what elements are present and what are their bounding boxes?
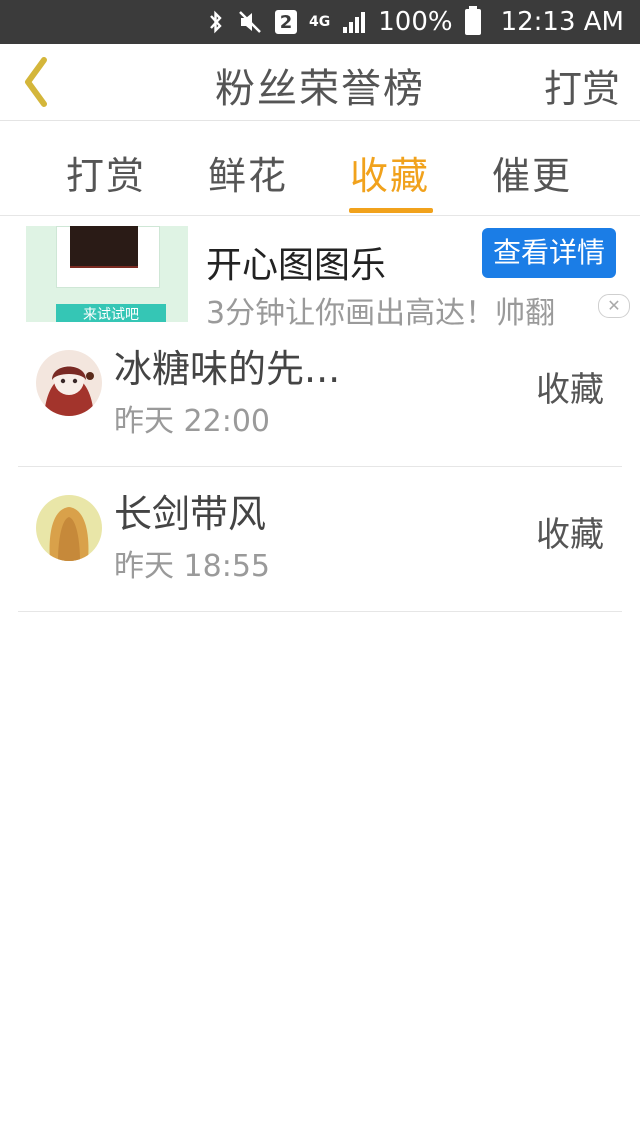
tab-favorites[interactable]: 收藏 xyxy=(350,145,430,200)
list-item-action: 收藏 xyxy=(536,370,604,410)
list-item-name: 冰糖味的先... xyxy=(114,347,341,391)
bluetooth-icon xyxy=(207,9,225,35)
mute-icon xyxy=(237,9,263,35)
tab-urge-update[interactable]: 催更 xyxy=(492,145,572,200)
ad-banner[interactable]: 来试试吧 开心图图乐 查看详情 3分钟让你画出高达！帅翻 ✕ xyxy=(0,216,640,331)
active-tab-indicator xyxy=(349,208,433,213)
status-bar: 2 4G 100% 12:13 AM xyxy=(0,0,640,44)
ad-thumbnail-art xyxy=(70,226,138,268)
list-item[interactable]: 长剑带风 昨天 18:55 收藏 xyxy=(18,467,622,612)
battery-icon xyxy=(464,6,481,35)
ad-thumbnail[interactable]: 来试试吧 xyxy=(26,226,188,322)
ad-title[interactable]: 开心图图乐 xyxy=(206,236,386,288)
list-item-name: 长剑带风 xyxy=(114,492,267,536)
network-type: 4G xyxy=(309,14,331,30)
ad-thumbnail-caption: 来试试吧 xyxy=(56,304,166,322)
battery-percent: 100% xyxy=(378,7,453,37)
tab-bar: 打赏 鲜花 收藏 催更 xyxy=(0,121,640,216)
signal-icon xyxy=(342,10,366,34)
reward-button[interactable]: 打赏 xyxy=(544,58,620,113)
ad-details-button[interactable]: 查看详情 xyxy=(482,228,616,278)
sim-slot-number: 2 xyxy=(275,10,297,34)
list-item[interactable]: 冰糖味的先... 昨天 22:00 收藏 xyxy=(18,322,622,467)
network-icon: 4G xyxy=(309,15,330,29)
avatar[interactable] xyxy=(36,350,102,416)
close-icon[interactable]: ✕ xyxy=(598,294,630,318)
list-item-action: 收藏 xyxy=(536,515,604,555)
list-item-time: 昨天 18:55 xyxy=(114,549,270,584)
clock: 12:13 AM xyxy=(500,7,624,37)
avatar[interactable] xyxy=(36,495,102,561)
list-item-time: 昨天 22:00 xyxy=(114,404,270,439)
tab-flowers[interactable]: 鲜花 xyxy=(208,145,288,200)
favorites-list: 冰糖味的先... 昨天 22:00 收藏 长剑带风 昨天 18:55 收藏 xyxy=(0,322,640,612)
tab-reward[interactable]: 打赏 xyxy=(66,145,146,200)
sim-icon: 2 xyxy=(275,10,297,34)
top-bar: 粉丝荣誉榜 打赏 xyxy=(0,44,640,121)
